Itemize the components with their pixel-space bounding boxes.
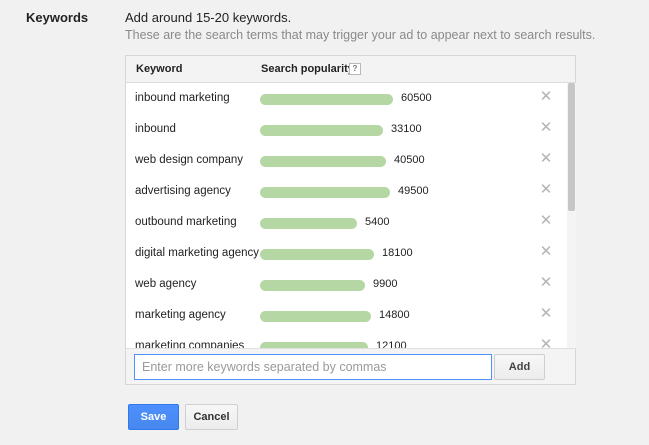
keyword-row: web design company 40500 ✕ [126,145,567,176]
keyword-text: web design company [135,154,244,166]
popularity-value: 33100 [391,123,422,135]
close-icon[interactable]: ✕ [539,213,553,228]
close-icon[interactable]: ✕ [539,244,553,259]
column-header-keyword: Keyword [136,63,183,75]
keyword-list[interactable]: inbound marketing 60500 ✕ inbound 33100 ✕ web … [126,83,567,348]
column-header-search-popularity: Search popularity [261,63,354,75]
popularity-value: 5400 [365,216,390,228]
keyword-row: web agency 9900 ✕ [126,269,567,300]
close-icon[interactable]: ✕ [539,120,553,135]
close-icon[interactable]: ✕ [539,337,553,348]
save-button[interactable]: Save [128,404,179,430]
popularity-bar [260,156,386,167]
keyword-row: digital marketing agency 18100 ✕ [126,238,567,269]
close-icon[interactable]: ✕ [539,89,553,104]
keywords-panel: Keyword Search popularity ? inbound mark… [125,55,576,385]
popularity-value: 49500 [398,185,429,197]
close-icon[interactable]: ✕ [539,182,553,197]
popularity-bar [260,187,390,198]
scrollbar[interactable] [567,83,576,348]
add-button[interactable]: Add [494,354,545,380]
keyword-row: inbound marketing 60500 ✕ [126,83,567,114]
popularity-bar [260,311,371,322]
keyword-row: outbound marketing 5400 ✕ [126,207,567,238]
intro: Add around 15-20 keywords. These are the… [125,10,595,43]
cancel-button[interactable]: Cancel [185,404,238,430]
close-icon[interactable]: ✕ [539,275,553,290]
keyword-text: web agency [135,278,197,290]
keyword-text: advertising agency [135,185,231,197]
close-icon[interactable]: ✕ [539,306,553,321]
add-keywords-row: Add [126,348,575,384]
intro-subtitle: These are the search terms that may trig… [125,28,596,42]
popularity-bar [260,249,374,260]
popularity-value: 18100 [382,247,413,259]
keywords-section-label: Keywords [26,10,89,25]
keyword-text: inbound marketing [135,92,230,104]
keyword-row: marketing companies 12100 ✕ [126,331,567,348]
popularity-value: 14800 [379,309,410,321]
popularity-bar [260,280,365,291]
popularity-bar [260,94,393,105]
popularity-value: 9900 [373,278,398,290]
popularity-bar [260,218,357,229]
scrollbar-thumb[interactable] [568,83,575,211]
keywords-input[interactable] [134,354,492,380]
keyword-text: marketing agency [135,309,226,321]
keyword-row: inbound 33100 ✕ [126,114,567,145]
keyword-text: digital marketing agency [135,247,260,259]
help-icon[interactable]: ? [349,63,361,75]
popularity-bar [260,125,383,136]
keyword-text: outbound marketing [135,216,237,228]
popularity-value: 60500 [401,92,432,104]
keyword-row: advertising agency 49500 ✕ [126,176,567,207]
popularity-value: 40500 [394,154,425,166]
close-icon[interactable]: ✕ [539,151,553,166]
keyword-row: marketing agency 14800 ✕ [126,300,567,331]
table-header: Keyword Search popularity ? [126,56,575,83]
keyword-text: marketing companies [135,340,245,348]
keyword-text: inbound [135,123,176,135]
intro-title: Add around 15-20 keywords. [125,10,292,25]
popularity-value: 12100 [376,340,407,348]
